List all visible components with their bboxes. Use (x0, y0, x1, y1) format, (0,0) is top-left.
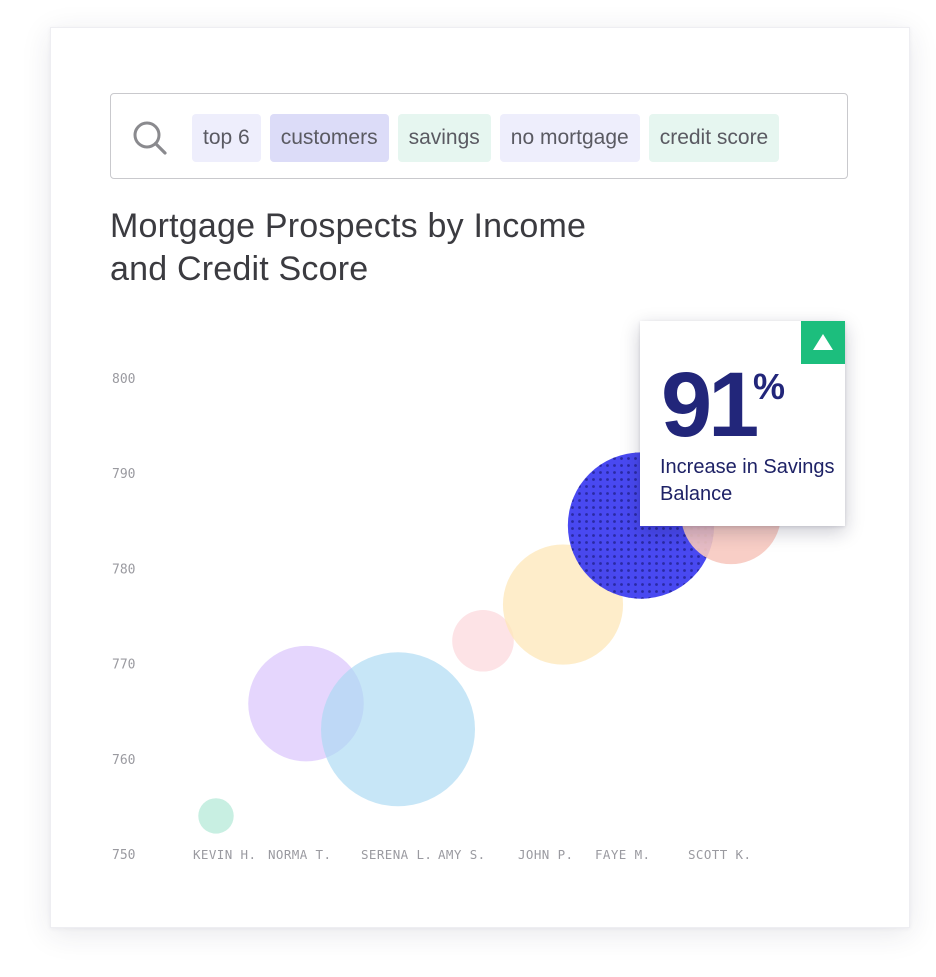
y-tick-label: 770 (112, 658, 135, 673)
callout-value: 91 (661, 354, 759, 456)
bubble-serena-l[interactable] (321, 652, 475, 807)
y-tick-label: 750 (112, 848, 135, 863)
triangle-up-icon (813, 334, 833, 350)
callout-unit: % (753, 366, 786, 407)
x-tick-label: SERENA L. (361, 847, 432, 862)
y-axis: 800 790 780 770 760 750 (112, 372, 135, 863)
x-axis: KEVIN H. NORMA T. SERENA L. AMY S. JOHN P. FA… (193, 847, 751, 862)
y-tick-label: 790 (112, 467, 135, 482)
x-tick-label: NORMA T. (268, 847, 331, 862)
callout-caption: Increase in Savings Balance (660, 456, 835, 505)
x-tick-label: FAYE M. (595, 847, 650, 862)
x-tick-label: JOHN P. (518, 847, 573, 862)
trend-badge (801, 321, 845, 364)
x-tick-label: KEVIN H. (193, 847, 256, 862)
bubble-kevin-h[interactable] (198, 798, 234, 834)
x-tick-label: SCOTT K. (688, 847, 751, 862)
savings-callout: 91 % Increase in Savings Balance (640, 321, 845, 526)
y-tick-label: 760 (112, 753, 135, 768)
y-tick-label: 780 (112, 562, 135, 577)
bubble-amy-s[interactable] (452, 609, 514, 672)
y-tick-label: 800 (112, 372, 135, 387)
chart-card: top 6 customers savings no mortgage cred… (50, 27, 910, 928)
x-tick-label: AMY S. (438, 847, 486, 862)
